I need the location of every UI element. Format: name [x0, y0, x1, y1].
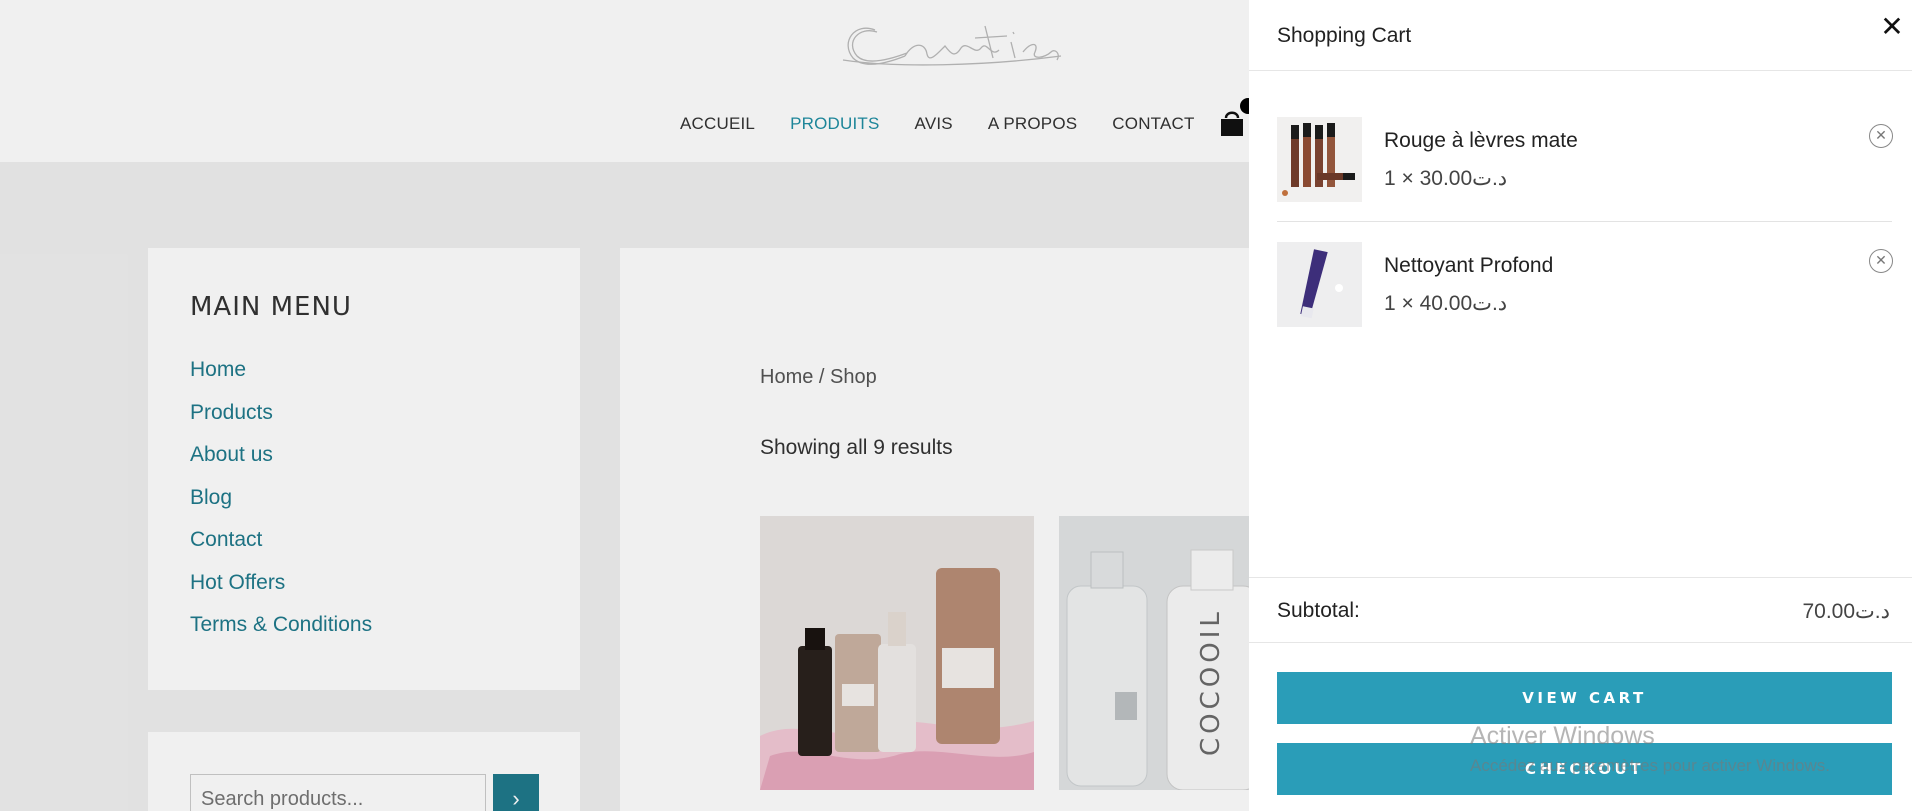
subtotal-value: 70.00د.ت — [1802, 600, 1890, 623]
cart-item-price: 1 × 30.00د.ت — [1384, 167, 1508, 190]
cart-drawer-header: Shopping Cart ✕ — [1249, 0, 1912, 71]
cart-title: Shopping Cart — [1277, 24, 1412, 47]
cart-item-name[interactable]: Nettoyant Profond — [1384, 254, 1553, 278]
page-overlay[interactable] — [0, 0, 1249, 811]
close-icon[interactable]: ✕ — [1879, 13, 1905, 41]
view-cart-button[interactable]: VIEW CART — [1277, 672, 1892, 724]
remove-item-icon[interactable]: ✕ — [1869, 124, 1893, 148]
cart-drawer: Shopping Cart ✕ Rouge à lèvres mate 1 × … — [1249, 0, 1912, 811]
cart-item-price: 1 × 40.00د.ت — [1384, 292, 1508, 315]
windows-activation-subtitle: Accédez aux paramètres pour activer Wind… — [1470, 756, 1830, 775]
remove-item-icon[interactable]: ✕ — [1869, 249, 1893, 273]
cart-item-thumbnail[interactable] — [1277, 117, 1362, 202]
windows-activation-title: Activer Windows — [1470, 722, 1655, 750]
subtotal-row: Subtotal: 70.00د.ت — [1249, 577, 1912, 643]
cart-item-name[interactable]: Rouge à lèvres mate — [1384, 129, 1578, 153]
cart-item: Rouge à lèvres mate 1 × 30.00د.ت ✕ — [1277, 115, 1893, 222]
subtotal-label: Subtotal: — [1277, 599, 1360, 622]
cart-item: Nettoyant Profond 1 × 40.00د.ت ✕ — [1277, 240, 1893, 350]
cart-item-thumbnail[interactable] — [1277, 242, 1362, 327]
